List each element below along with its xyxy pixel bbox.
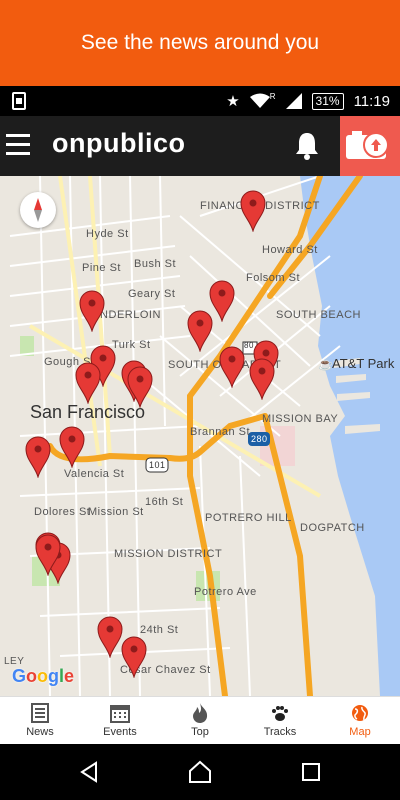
street-label: Hyde St — [86, 228, 129, 240]
map-pin[interactable] — [79, 290, 105, 332]
tab-news[interactable]: News — [0, 697, 80, 744]
recents-icon[interactable] — [301, 762, 321, 782]
tab-top[interactable]: Top — [160, 697, 240, 744]
newspaper-icon — [29, 702, 51, 724]
tab-events[interactable]: Events — [80, 697, 160, 744]
map-pin[interactable] — [127, 366, 153, 408]
battery-indicator: 31% — [311, 92, 344, 110]
tab-label: Tracks — [263, 726, 297, 738]
highway-shield-101: 101 — [149, 460, 166, 470]
roaming-indicator: R — [269, 91, 276, 101]
street-label: Turk St — [112, 339, 151, 351]
tab-label: Top — [191, 726, 209, 738]
tab-tracks[interactable]: Tracks — [240, 697, 320, 744]
compass-button[interactable] — [20, 192, 56, 228]
highway-shield-280: 280 — [251, 434, 268, 444]
tab-label: Map — [349, 726, 371, 738]
poi-label: AT&T Park — [332, 356, 395, 371]
street-label: Geary St — [128, 288, 176, 300]
district-label: SOUTH BEACH — [276, 309, 361, 321]
map-pin[interactable] — [121, 636, 147, 678]
home-icon[interactable] — [188, 760, 212, 784]
tab-map[interactable]: Map — [320, 697, 400, 744]
app-logo: onpublico — [52, 128, 186, 158]
district-label: MISSION BAY — [262, 413, 339, 425]
calendar-icon — [109, 702, 131, 724]
street-label: Howard St — [262, 244, 318, 256]
flame-icon — [189, 702, 211, 724]
promo-banner-text: See the news around you — [80, 31, 320, 54]
status-bar: ★ R 31% 11:19 — [0, 86, 400, 116]
tab-label: News — [26, 726, 54, 738]
map-view[interactable]: FINANCIAL DISTRICT TENDERLOIN SOUTH OF M… — [0, 176, 400, 696]
clock: 11:19 — [353, 92, 390, 110]
google-attribution: Google — [12, 666, 75, 686]
map-pin[interactable] — [75, 362, 101, 404]
paw-icon — [269, 702, 291, 724]
map-pin[interactable] — [249, 358, 275, 400]
street-label: Dolores St — [34, 506, 91, 518]
star-icon: ★ — [226, 93, 240, 110]
system-nav-bar — [0, 744, 400, 800]
map-pin[interactable] — [35, 534, 61, 576]
street-label: Pine St — [82, 262, 121, 274]
street-label: Potrero Ave — [194, 586, 257, 598]
district-label: POTRERO HILL — [205, 512, 292, 524]
notification-icon — [12, 92, 26, 110]
menu-icon[interactable] — [6, 134, 30, 156]
globe-icon — [349, 702, 371, 724]
map-pin[interactable] — [25, 436, 51, 478]
bottom-tab-bar: News Events Top Tracks Map — [0, 696, 400, 744]
map-pin[interactable] — [59, 426, 85, 468]
map-pin[interactable] — [97, 616, 123, 658]
street-label: Mission St — [88, 506, 144, 518]
signal-icon — [285, 93, 302, 109]
street-label: Brannan St — [190, 426, 251, 438]
district-label: DOGPATCH — [300, 522, 365, 534]
street-label: Valencia St — [64, 468, 125, 480]
stadium-icon: ☕ — [318, 357, 334, 371]
app-bar: onpublico — [0, 116, 400, 176]
wifi-icon — [249, 93, 270, 108]
street-label: 16th St — [145, 496, 184, 508]
street-label: 24th St — [140, 624, 179, 636]
map-pin[interactable] — [219, 346, 245, 388]
back-icon[interactable] — [78, 761, 100, 783]
bell-icon[interactable] — [294, 130, 320, 160]
street-label: Folsom St — [246, 272, 301, 284]
compass-icon — [34, 198, 42, 222]
camera-upload-button[interactable] — [340, 116, 400, 176]
tab-label: Events — [103, 726, 137, 738]
street-label: Bush St — [134, 258, 177, 270]
map-pin[interactable] — [187, 310, 213, 352]
camera-upload-icon — [346, 131, 389, 159]
promo-banner: See the news around you — [0, 0, 400, 86]
district-label: MISSION DISTRICT — [114, 548, 223, 560]
map-pin[interactable] — [240, 190, 266, 232]
